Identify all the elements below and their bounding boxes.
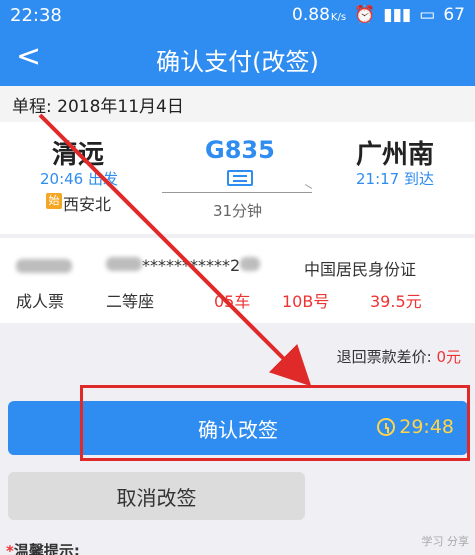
confirm-label: 确认改签 [198, 417, 278, 442]
battery-icon: ▭ [419, 5, 436, 25]
refund-difference: 退回票款差价: 0元 [336, 348, 461, 366]
network-speed: 0.88K/s [292, 5, 347, 25]
page-title: 确认支付(改签) [156, 48, 319, 76]
countdown-timer: 29:48 [377, 416, 454, 438]
battery-level: 67 [443, 5, 465, 25]
trip-card: 清远 20:46 出发 始 西安北 G835 31分钟 广州南 21:17 到达 [0, 122, 475, 234]
trip-duration: 31分钟 [212, 202, 263, 220]
arrival-station: 广州南 [356, 140, 435, 170]
signal-icon: ▮▮▮ [383, 5, 412, 25]
departure-station: 清远 [52, 140, 105, 170]
status-indicators: 0.88K/s ⏰ ▮▮▮ ▭ 67 [292, 5, 465, 25]
passenger-name [16, 258, 72, 277]
route-arrow [162, 192, 312, 193]
passenger-card: ***********2 中国居民身份证 成人票 二等座 05车 10B号 39… [0, 238, 475, 323]
ticket-icon [227, 170, 253, 186]
status-bar: 22:38 0.88K/s ⏰ ▮▮▮ ▭ 67 [0, 0, 475, 30]
seat-class: 二等座 [106, 292, 155, 311]
cancel-change-button[interactable]: 取消改签 [8, 472, 305, 520]
clock-icon [377, 418, 396, 436]
arrival-time: 21:17 到达 [356, 170, 434, 188]
confirm-change-button[interactable]: 确认改签 29:48 [8, 401, 468, 455]
id-type: 中国居民身份证 [304, 260, 417, 279]
status-time: 22:38 [10, 4, 62, 26]
car-number: 05车 [214, 292, 251, 311]
trip-date: 单程: 2018年11月4日 [0, 86, 475, 122]
departure-time: 20:46 出发 [40, 170, 118, 188]
nav-bar: < 确认支付(改签) [0, 30, 475, 86]
tip-heading: *温馨提示: [6, 542, 80, 555]
refund-value: 0元 [436, 348, 461, 366]
alarm-icon: ⏰ [354, 5, 376, 25]
cancel-label: 取消改签 [116, 485, 197, 510]
ticket-price: 39.5元 [370, 292, 422, 311]
watermark: 学习 分享 [421, 535, 470, 548]
train-number: G835 [205, 136, 275, 164]
passenger-id: ***********2 [106, 256, 261, 275]
seat-number: 10B号 [282, 292, 330, 311]
ticket-type: 成人票 [16, 292, 65, 311]
